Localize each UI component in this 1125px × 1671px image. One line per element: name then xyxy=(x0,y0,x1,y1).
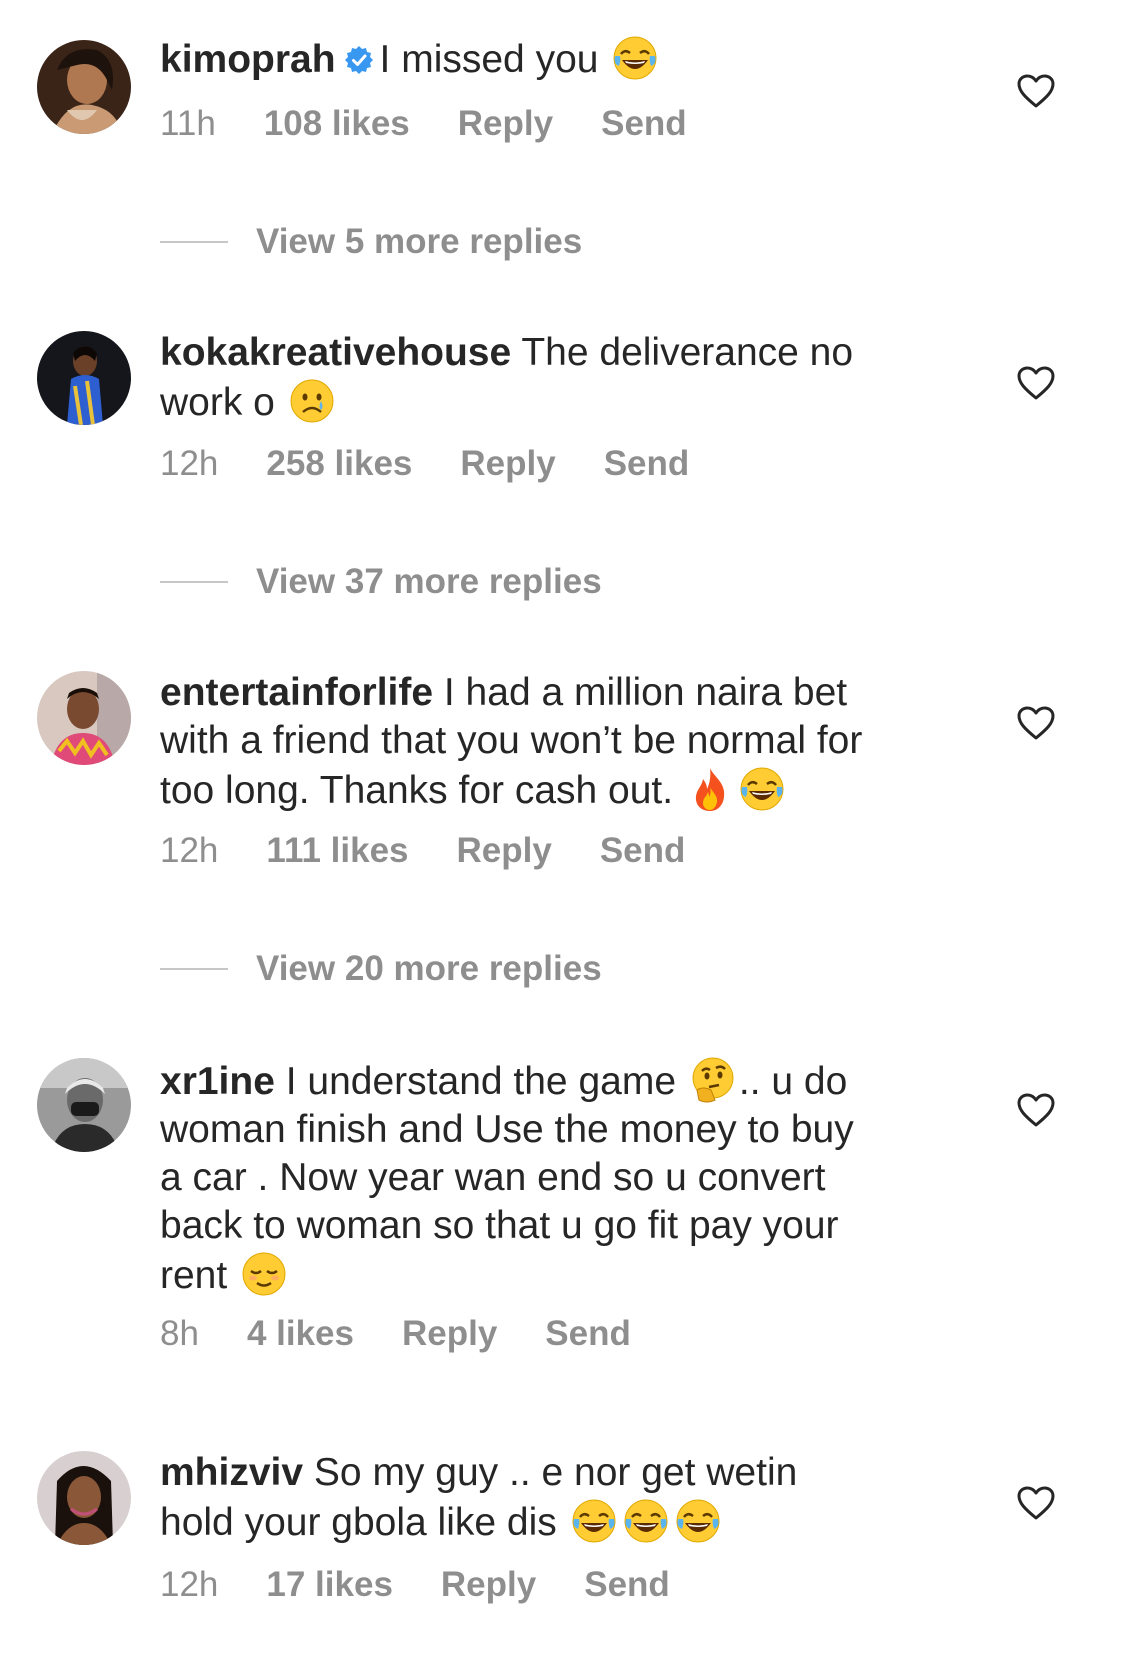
comment-line: with a friend that you won’t be normal f… xyxy=(160,717,970,765)
comment-body: woman finish and Use the money to buy xyxy=(160,1108,854,1151)
username[interactable]: kokakreativehouse xyxy=(160,331,511,374)
comment-line: xr1ine I understand the game .. u do xyxy=(160,1056,970,1106)
view-replies-label: View 5 more replies xyxy=(256,222,583,261)
heart-outline-icon[interactable] xyxy=(1017,74,1055,108)
fire-emoji xyxy=(686,765,734,813)
face-with-tears-of-joy-emoji xyxy=(738,765,786,813)
comment-line: work o xyxy=(160,377,970,427)
view-replies-label: View 20 more replies xyxy=(256,949,602,988)
timestamp[interactable]: 8h xyxy=(160,1314,199,1354)
replies-divider xyxy=(160,241,228,243)
crying-face-emoji xyxy=(288,377,336,425)
comment-line: entertainforlife I had a million naira b… xyxy=(160,669,970,717)
comment-meta: 8h 4 likes Reply Send xyxy=(160,1314,679,1354)
heart-outline-icon[interactable] xyxy=(1017,1093,1055,1127)
face-with-tears-of-joy-emoji xyxy=(674,1497,722,1545)
comment-body: rent xyxy=(160,1254,228,1297)
avatar[interactable] xyxy=(37,671,131,765)
heart-outline-icon[interactable] xyxy=(1017,366,1055,400)
likes-count[interactable]: 4 likes xyxy=(247,1314,354,1354)
comment-text: entertainforlife I had a million naira b… xyxy=(160,669,970,815)
replies-divider xyxy=(160,968,228,970)
comment-body: work o xyxy=(160,381,275,424)
comment-text: mhizviv So my guy .. e nor get wetin hol… xyxy=(160,1449,970,1547)
comment-body: The deliverance no xyxy=(521,331,854,374)
face-with-tears-of-joy-emoji xyxy=(611,34,659,82)
thinking-face-emoji xyxy=(689,1056,737,1104)
reply-button[interactable]: Reply xyxy=(457,831,552,871)
send-button[interactable]: Send xyxy=(600,831,686,871)
comment-line: kokakreativehouse The deliverance no xyxy=(160,329,970,377)
verified-badge-icon xyxy=(344,45,374,75)
comment-text: kokakreativehouse The deliverance no wor… xyxy=(160,329,970,427)
comment-body: a car . Now year wan end so u convert xyxy=(160,1156,826,1199)
comment-body: I had a million naira bet xyxy=(443,671,848,714)
reply-button[interactable]: Reply xyxy=(441,1565,536,1605)
likes-count[interactable]: 17 likes xyxy=(266,1565,393,1605)
likes-count[interactable]: 108 likes xyxy=(264,104,410,144)
heart-outline-icon[interactable] xyxy=(1017,1486,1055,1520)
comment-line: back to woman so that u go fit pay your xyxy=(160,1202,970,1250)
reply-button[interactable]: Reply xyxy=(460,444,555,484)
avatar[interactable] xyxy=(37,1451,131,1545)
comment-body: back to woman so that u go fit pay your xyxy=(160,1204,839,1247)
replies-divider xyxy=(160,581,228,583)
comment-meta: 11h 108 likes Reply Send xyxy=(160,104,735,144)
comment-meta: 12h 17 likes Reply Send xyxy=(160,1565,718,1605)
avatar[interactable] xyxy=(37,331,131,425)
face-with-tears-of-joy-emoji xyxy=(622,1497,670,1545)
comment-line: hold your gbola like dis xyxy=(160,1497,970,1547)
username[interactable]: mhizviv xyxy=(160,1451,303,1494)
comment-line: mhizviv So my guy .. e nor get wetin xyxy=(160,1449,970,1497)
view-replies-label: View 37 more replies xyxy=(256,562,602,601)
avatar[interactable] xyxy=(37,1058,131,1152)
timestamp[interactable]: 12h xyxy=(160,444,218,484)
username[interactable]: kimoprah xyxy=(160,38,336,81)
send-button[interactable]: Send xyxy=(584,1565,670,1605)
view-more-replies-button[interactable]: View 20 more replies xyxy=(160,949,602,989)
comment-line: woman finish and Use the money to buy xyxy=(160,1106,970,1154)
comment-body: .. u do xyxy=(738,1060,848,1103)
comment-text: kimoprah I missed you xyxy=(160,34,970,84)
likes-count[interactable]: 111 likes xyxy=(266,831,408,871)
reply-button[interactable]: Reply xyxy=(458,104,553,144)
username[interactable]: entertainforlife xyxy=(160,671,433,714)
comment-body: with a friend that you won’t be normal f… xyxy=(160,719,863,762)
face-with-tears-of-joy-emoji xyxy=(570,1497,618,1545)
reply-button[interactable]: Reply xyxy=(402,1314,497,1354)
comment-line: too long. Thanks for cash out. xyxy=(160,765,970,815)
likes-count[interactable]: 258 likes xyxy=(266,444,412,484)
timestamp[interactable]: 12h xyxy=(160,831,218,871)
comment-line: a car . Now year wan end so u convert xyxy=(160,1154,970,1202)
comment-text: xr1ine I understand the game .. u do wom… xyxy=(160,1056,970,1300)
timestamp[interactable]: 12h xyxy=(160,1565,218,1605)
heart-outline-icon[interactable] xyxy=(1017,706,1055,740)
comment-body: hold your gbola like dis xyxy=(160,1501,557,1544)
relieved-face-emoji xyxy=(240,1250,288,1298)
avatar[interactable] xyxy=(37,40,131,134)
comment-meta: 12h 111 likes Reply Send xyxy=(160,831,733,871)
send-button[interactable]: Send xyxy=(604,444,690,484)
send-button[interactable]: Send xyxy=(601,104,687,144)
send-button[interactable]: Send xyxy=(545,1314,631,1354)
comment-body: too long. Thanks for cash out. xyxy=(160,769,674,812)
view-more-replies-button[interactable]: View 5 more replies xyxy=(160,222,582,262)
view-more-replies-button[interactable]: View 37 more replies xyxy=(160,562,602,602)
comment-body: I understand the game xyxy=(285,1060,677,1103)
comment-body: I missed you xyxy=(379,38,599,81)
comment-meta: 12h 258 likes Reply Send xyxy=(160,444,737,484)
timestamp[interactable]: 11h xyxy=(160,104,216,144)
username[interactable]: xr1ine xyxy=(160,1060,275,1103)
comment-line: rent xyxy=(160,1250,970,1300)
comment-body: So my guy .. e nor get wetin xyxy=(313,1451,798,1494)
